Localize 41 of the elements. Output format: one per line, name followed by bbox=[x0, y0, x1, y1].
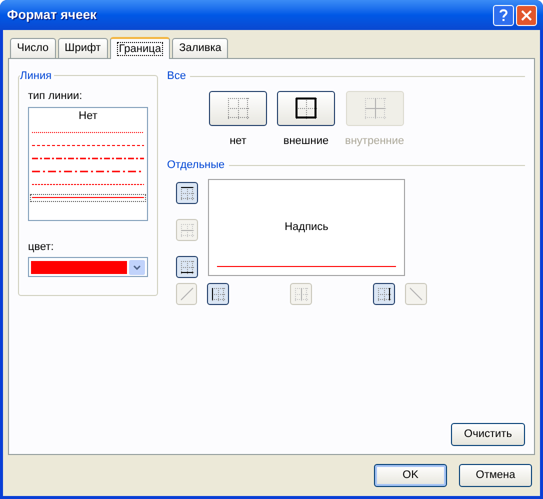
close-icon bbox=[521, 10, 532, 20]
line-style-icon bbox=[32, 157, 144, 160]
border-button[interactable] bbox=[176, 182, 198, 204]
line-style-item[interactable]: Нет bbox=[30, 110, 146, 124]
clear-button[interactable]: Очистить bbox=[451, 423, 525, 446]
tab[interactable]: Шрифт bbox=[58, 38, 108, 58]
border-button[interactable] bbox=[207, 282, 230, 304]
tab[interactable]: Заливка bbox=[172, 38, 228, 58]
preset-button[interactable] bbox=[277, 90, 335, 126]
line-style-icon bbox=[32, 131, 144, 134]
preset-label: нет bbox=[230, 134, 246, 148]
field-label: тип линии: bbox=[28, 89, 84, 104]
border-icon bbox=[408, 286, 424, 302]
tab[interactable]: Граница bbox=[110, 37, 170, 59]
line-style-icon bbox=[32, 196, 144, 199]
border-button[interactable] bbox=[176, 256, 198, 278]
question-icon bbox=[499, 8, 508, 22]
group-title: Все bbox=[167, 69, 186, 84]
preset-label: внутренние bbox=[345, 134, 404, 148]
help-button[interactable] bbox=[493, 4, 514, 26]
line-style-icon bbox=[32, 144, 144, 147]
line-style-icon bbox=[32, 170, 144, 173]
group-title: Отдельные bbox=[167, 158, 225, 173]
border-button[interactable] bbox=[372, 282, 395, 304]
window-title: Формат ячеек bbox=[6, 6, 97, 24]
line-style-list[interactable]: Нет bbox=[28, 106, 148, 220]
line-style-item[interactable] bbox=[30, 194, 146, 202]
border-preset-icon bbox=[294, 96, 318, 120]
dialog-button[interactable]: OK bbox=[374, 464, 447, 487]
preset-label: внешние bbox=[283, 134, 329, 148]
field-label: цвет: bbox=[28, 240, 55, 254]
border-preview[interactable]: Надпись bbox=[208, 178, 405, 276]
border-icon bbox=[178, 286, 195, 302]
color-dropdown[interactable] bbox=[28, 257, 148, 277]
dialog-button[interactable]: Отмена bbox=[459, 464, 532, 487]
tab[interactable]: Число bbox=[10, 38, 56, 58]
line-style-icon bbox=[32, 183, 144, 186]
border-preset-icon bbox=[362, 96, 387, 120]
preview-text: Надпись bbox=[284, 220, 328, 235]
close-button[interactable] bbox=[516, 4, 537, 26]
preset-button[interactable] bbox=[209, 90, 267, 126]
